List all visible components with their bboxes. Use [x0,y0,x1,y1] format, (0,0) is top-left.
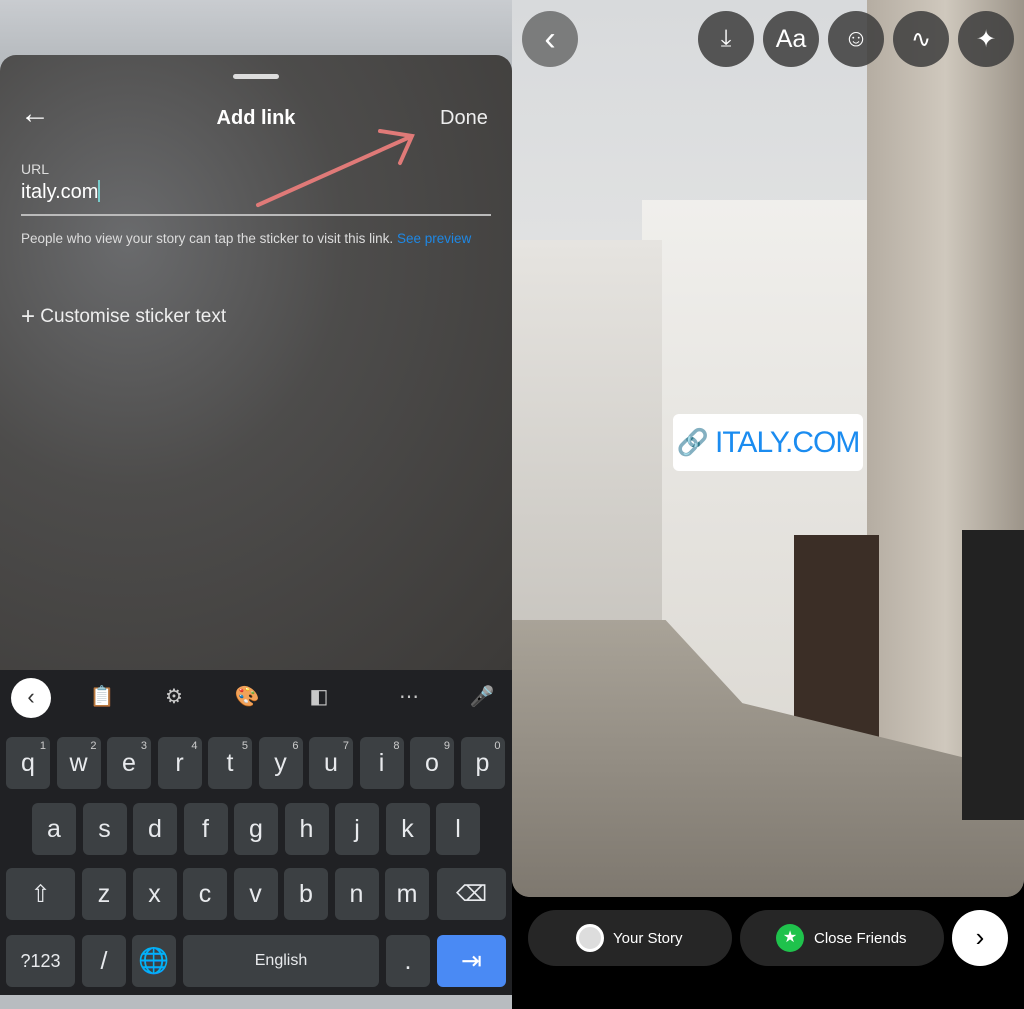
settings-icon[interactable]: ⚙ [159,682,189,712]
sticker-text: ITALY.COM [715,425,860,459]
url-label: URL [21,161,50,177]
key-e[interactable]: e3 [107,737,151,789]
avatar [576,924,604,952]
see-preview-link[interactable]: See preview [397,231,471,246]
collapse-toolbar-button[interactable]: ‹ [11,678,51,718]
sticker-icon[interactable]: ☺ [828,11,884,67]
key-t[interactable]: t5 [208,737,252,789]
slash-key[interactable]: / [82,935,126,987]
key-p[interactable]: p0 [460,737,505,789]
key-hint: 5 [241,740,248,752]
key-m[interactable]: m [385,868,429,920]
add-link-screen: ← Add link Done URL italy.com People who… [0,0,512,1009]
draw-icon[interactable]: ∿ [893,11,949,67]
key-y[interactable]: y6 [258,737,303,789]
add-link-sheet: ← Add link Done URL italy.com People who… [0,55,512,675]
helper-text: People who view your story can tap the s… [21,230,496,247]
key-b[interactable]: b [284,868,328,920]
key-o[interactable]: o9 [410,737,454,789]
keyboard: ‹ 📋 ⚙ 🎨 ◧ ⋯ 🎤 q1w2e3r4t5y6u7i8o9p0 asdfgh… [0,670,512,995]
clipboard-icon[interactable]: 📋 [87,682,117,712]
link-sticker[interactable]: 🔗 ITALY.COM [673,414,863,471]
key-f[interactable]: f [183,803,228,855]
key-g[interactable]: g [234,803,278,855]
story-photo: 🔗 ITALY.COM [512,0,1024,897]
key-r[interactable]: r4 [157,737,202,789]
next-field-key[interactable]: ⇥ [437,935,506,987]
key-q[interactable]: q1 [6,737,50,789]
key-k[interactable]: k [385,803,430,855]
key-c[interactable]: c [183,868,227,920]
more-icon[interactable]: ⋯ [394,682,424,712]
key-hint: 6 [292,740,299,752]
floating-keyboard-icon[interactable]: ◧ [304,682,334,712]
space-bar[interactable]: English [183,935,379,987]
url-value: italy.com [21,181,99,203]
annotation-arrow [256,129,415,207]
key-d[interactable]: d [133,803,177,855]
download-icon[interactable]: ⤓ [698,11,754,67]
key-hint: 1 [39,740,46,752]
key-hint: 7 [342,740,349,752]
close-friends-label: Close Friends [814,929,907,947]
period-key[interactable]: . [386,935,430,987]
key-x[interactable]: x [132,868,177,920]
key-i[interactable]: i8 [359,737,404,789]
key-hint: 0 [494,740,501,752]
backspace-key[interactable]: ⌫ [437,868,506,920]
customise-label: Customise sticker text [40,306,227,327]
your-story-label: Your Story [613,929,683,947]
key-l[interactable]: l [436,803,480,855]
effects-icon[interactable]: ✦ [958,11,1014,67]
text-cursor [98,180,101,202]
key-h[interactable]: h [284,803,329,855]
your-story-button[interactable]: Your Story [528,910,732,966]
shift-key[interactable]: ⇧ [6,868,75,920]
key-a[interactable]: a [32,803,76,855]
microphone-icon[interactable]: 🎤 [467,682,497,712]
key-hint: 2 [90,740,97,752]
key-hint: 8 [393,740,400,752]
back-button[interactable]: ‹ [522,11,578,67]
link-icon: 🔗 [676,427,709,457]
plus-icon: + [21,303,36,330]
drag-handle[interactable] [233,74,279,79]
story-editor: 🔗 ITALY.COM ‹ ⤓ Aa ☺ ∿ ✦ Your Story ★ Clo… [512,0,1024,1009]
key-n[interactable]: n [334,868,379,920]
text-icon[interactable]: Aa [763,11,819,67]
key-z[interactable]: z [82,868,126,920]
key-w[interactable]: w2 [56,737,101,789]
star-icon: ★ [776,924,804,952]
language-globe-icon[interactable]: 🌐 [132,935,176,987]
theme-palette-icon[interactable]: 🎨 [232,682,262,712]
key-s[interactable]: s [82,803,127,855]
done-button[interactable]: Done [440,107,488,130]
key-hint: 9 [443,740,450,752]
key-j[interactable]: j [335,803,379,855]
key-hint: 3 [140,740,147,752]
symbols-key[interactable]: ?123 [6,935,75,987]
share-next-button[interactable]: › [952,910,1008,966]
customise-sticker-text-button[interactable]: + Customise sticker text [21,303,226,331]
close-friends-button[interactable]: ★ Close Friends [740,910,944,966]
key-u[interactable]: u7 [309,737,353,789]
key-v[interactable]: v [233,868,278,920]
key-hint: 4 [191,740,198,752]
helper-message: People who view your story can tap the s… [21,231,394,246]
